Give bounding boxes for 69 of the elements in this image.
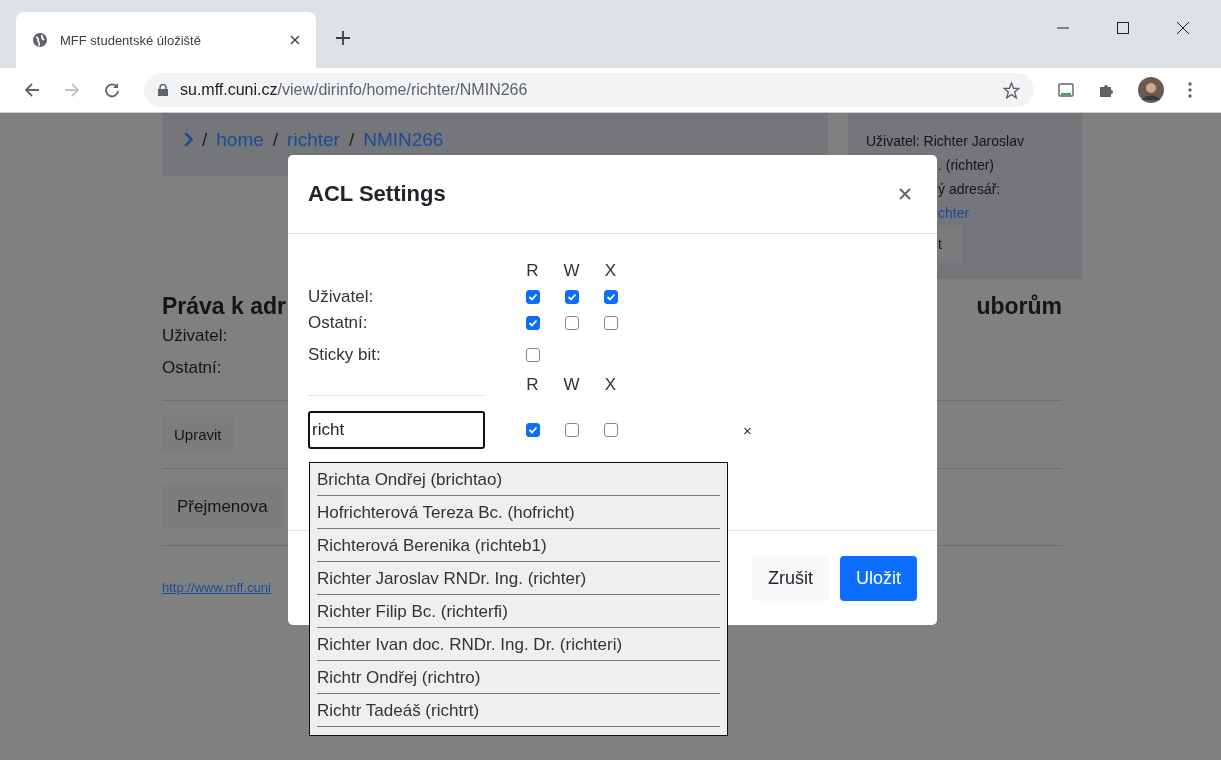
dialog-title: ACL Settings [308, 181, 446, 207]
cast-icon[interactable] [1058, 82, 1074, 98]
address-bar[interactable]: su.mff.cuni.cz/view/dirinfo/home/richter/NMIN266 [144, 73, 1034, 107]
star-icon[interactable] [1003, 81, 1020, 99]
checkmark-icon [605, 292, 616, 302]
cancel-button[interactable]: Zrušit [752, 555, 829, 601]
row-label: Uživatel: [308, 287, 375, 307]
column-header: X [603, 261, 618, 281]
suggestion-item[interactable]: Hofrichterová Tereza Bc. (hofricht) [317, 496, 720, 529]
edit-button[interactable]: Upravit [162, 417, 234, 452]
globe-icon [32, 32, 48, 48]
panel-button[interactable]: t [938, 227, 962, 261]
column-header: W [562, 261, 581, 281]
section-heading: uborům [976, 293, 1062, 320]
column-header: X [603, 375, 618, 395]
column-header: W [562, 375, 581, 395]
save-button[interactable]: Uložit [840, 555, 917, 601]
checkbox[interactable] [525, 423, 540, 437]
suggestion-item[interactable]: Richter Ivan doc. RNDr. Ing. Dr. (richteri) [317, 628, 720, 661]
checkbox[interactable] [603, 290, 618, 304]
suggestion-item[interactable]: Richterová Berenika (richteb1) [317, 529, 720, 562]
user-info-text: ý adresář: [938, 180, 1002, 199]
browser-tab[interactable]: MFF studentské úložiště [16, 12, 316, 68]
checkbox[interactable] [564, 423, 579, 437]
close-icon[interactable] [290, 35, 300, 45]
checkmark-icon [527, 292, 538, 302]
suggestion-item[interactable]: Richtr Tadeáš (richtrt) [317, 694, 720, 727]
permission-label: Uživatel: [162, 325, 228, 347]
permission-label: Ostatní: [162, 357, 222, 379]
chevron-icon [184, 132, 193, 147]
checkmark-icon [527, 318, 538, 328]
close-icon[interactable] [1177, 22, 1189, 34]
row-label: Sticky bit: [308, 345, 382, 365]
row-label: Ostatní: [308, 313, 369, 333]
back-icon[interactable] [24, 82, 40, 98]
maximize-icon[interactable] [1117, 22, 1129, 34]
suggestion-item[interactable]: Brichta Ondřej (brichtao) [317, 463, 720, 496]
user-name: Uživatel: Richter Jaroslav [866, 132, 1025, 151]
reload-icon[interactable] [104, 82, 120, 98]
puzzle-icon[interactable] [1098, 82, 1114, 98]
rename-button[interactable]: Přejmenova [162, 485, 283, 529]
breadcrumb-separator: / [272, 128, 279, 151]
checkbox[interactable] [603, 423, 618, 437]
checkbox[interactable] [525, 348, 540, 362]
checkbox[interactable] [564, 316, 579, 330]
column-header: R [525, 261, 540, 281]
checkbox[interactable] [603, 316, 618, 330]
remove-entry-button[interactable]: × [743, 421, 752, 439]
tab-title: MFF studentské úložiště [60, 32, 202, 48]
breadcrumb-separator: / [202, 128, 208, 151]
new-tab-icon[interactable] [336, 31, 350, 45]
avatar-icon[interactable] [1138, 77, 1164, 103]
user-info-text: . (richter) [938, 156, 995, 175]
lock-icon [158, 84, 168, 96]
checkbox[interactable] [525, 316, 540, 330]
suggestion-item[interactable]: Richter Filip Bc. (richterfi) [317, 595, 720, 628]
user-search-field[interactable]: richt [308, 411, 485, 449]
checkbox[interactable] [564, 290, 579, 304]
checkbox[interactable] [525, 290, 540, 304]
section-heading: Práva k adr [162, 293, 287, 320]
column-header: R [525, 375, 540, 395]
suggestion-item[interactable]: Richter Jaroslav RNDr. Ing. (richter) [317, 562, 720, 595]
checkmark-icon [566, 292, 577, 302]
url-text: su.mff.cuni.cz/view/dirinfo/home/richter/NMIN266 [180, 81, 528, 99]
suggestion-item[interactable]: Richtr Ondřej (richtro) [317, 661, 720, 694]
menu-icon[interactable] [1188, 82, 1192, 98]
breadcrumb-separator: / [348, 128, 355, 151]
close-icon[interactable] [899, 188, 911, 200]
checkmark-icon [527, 425, 538, 435]
